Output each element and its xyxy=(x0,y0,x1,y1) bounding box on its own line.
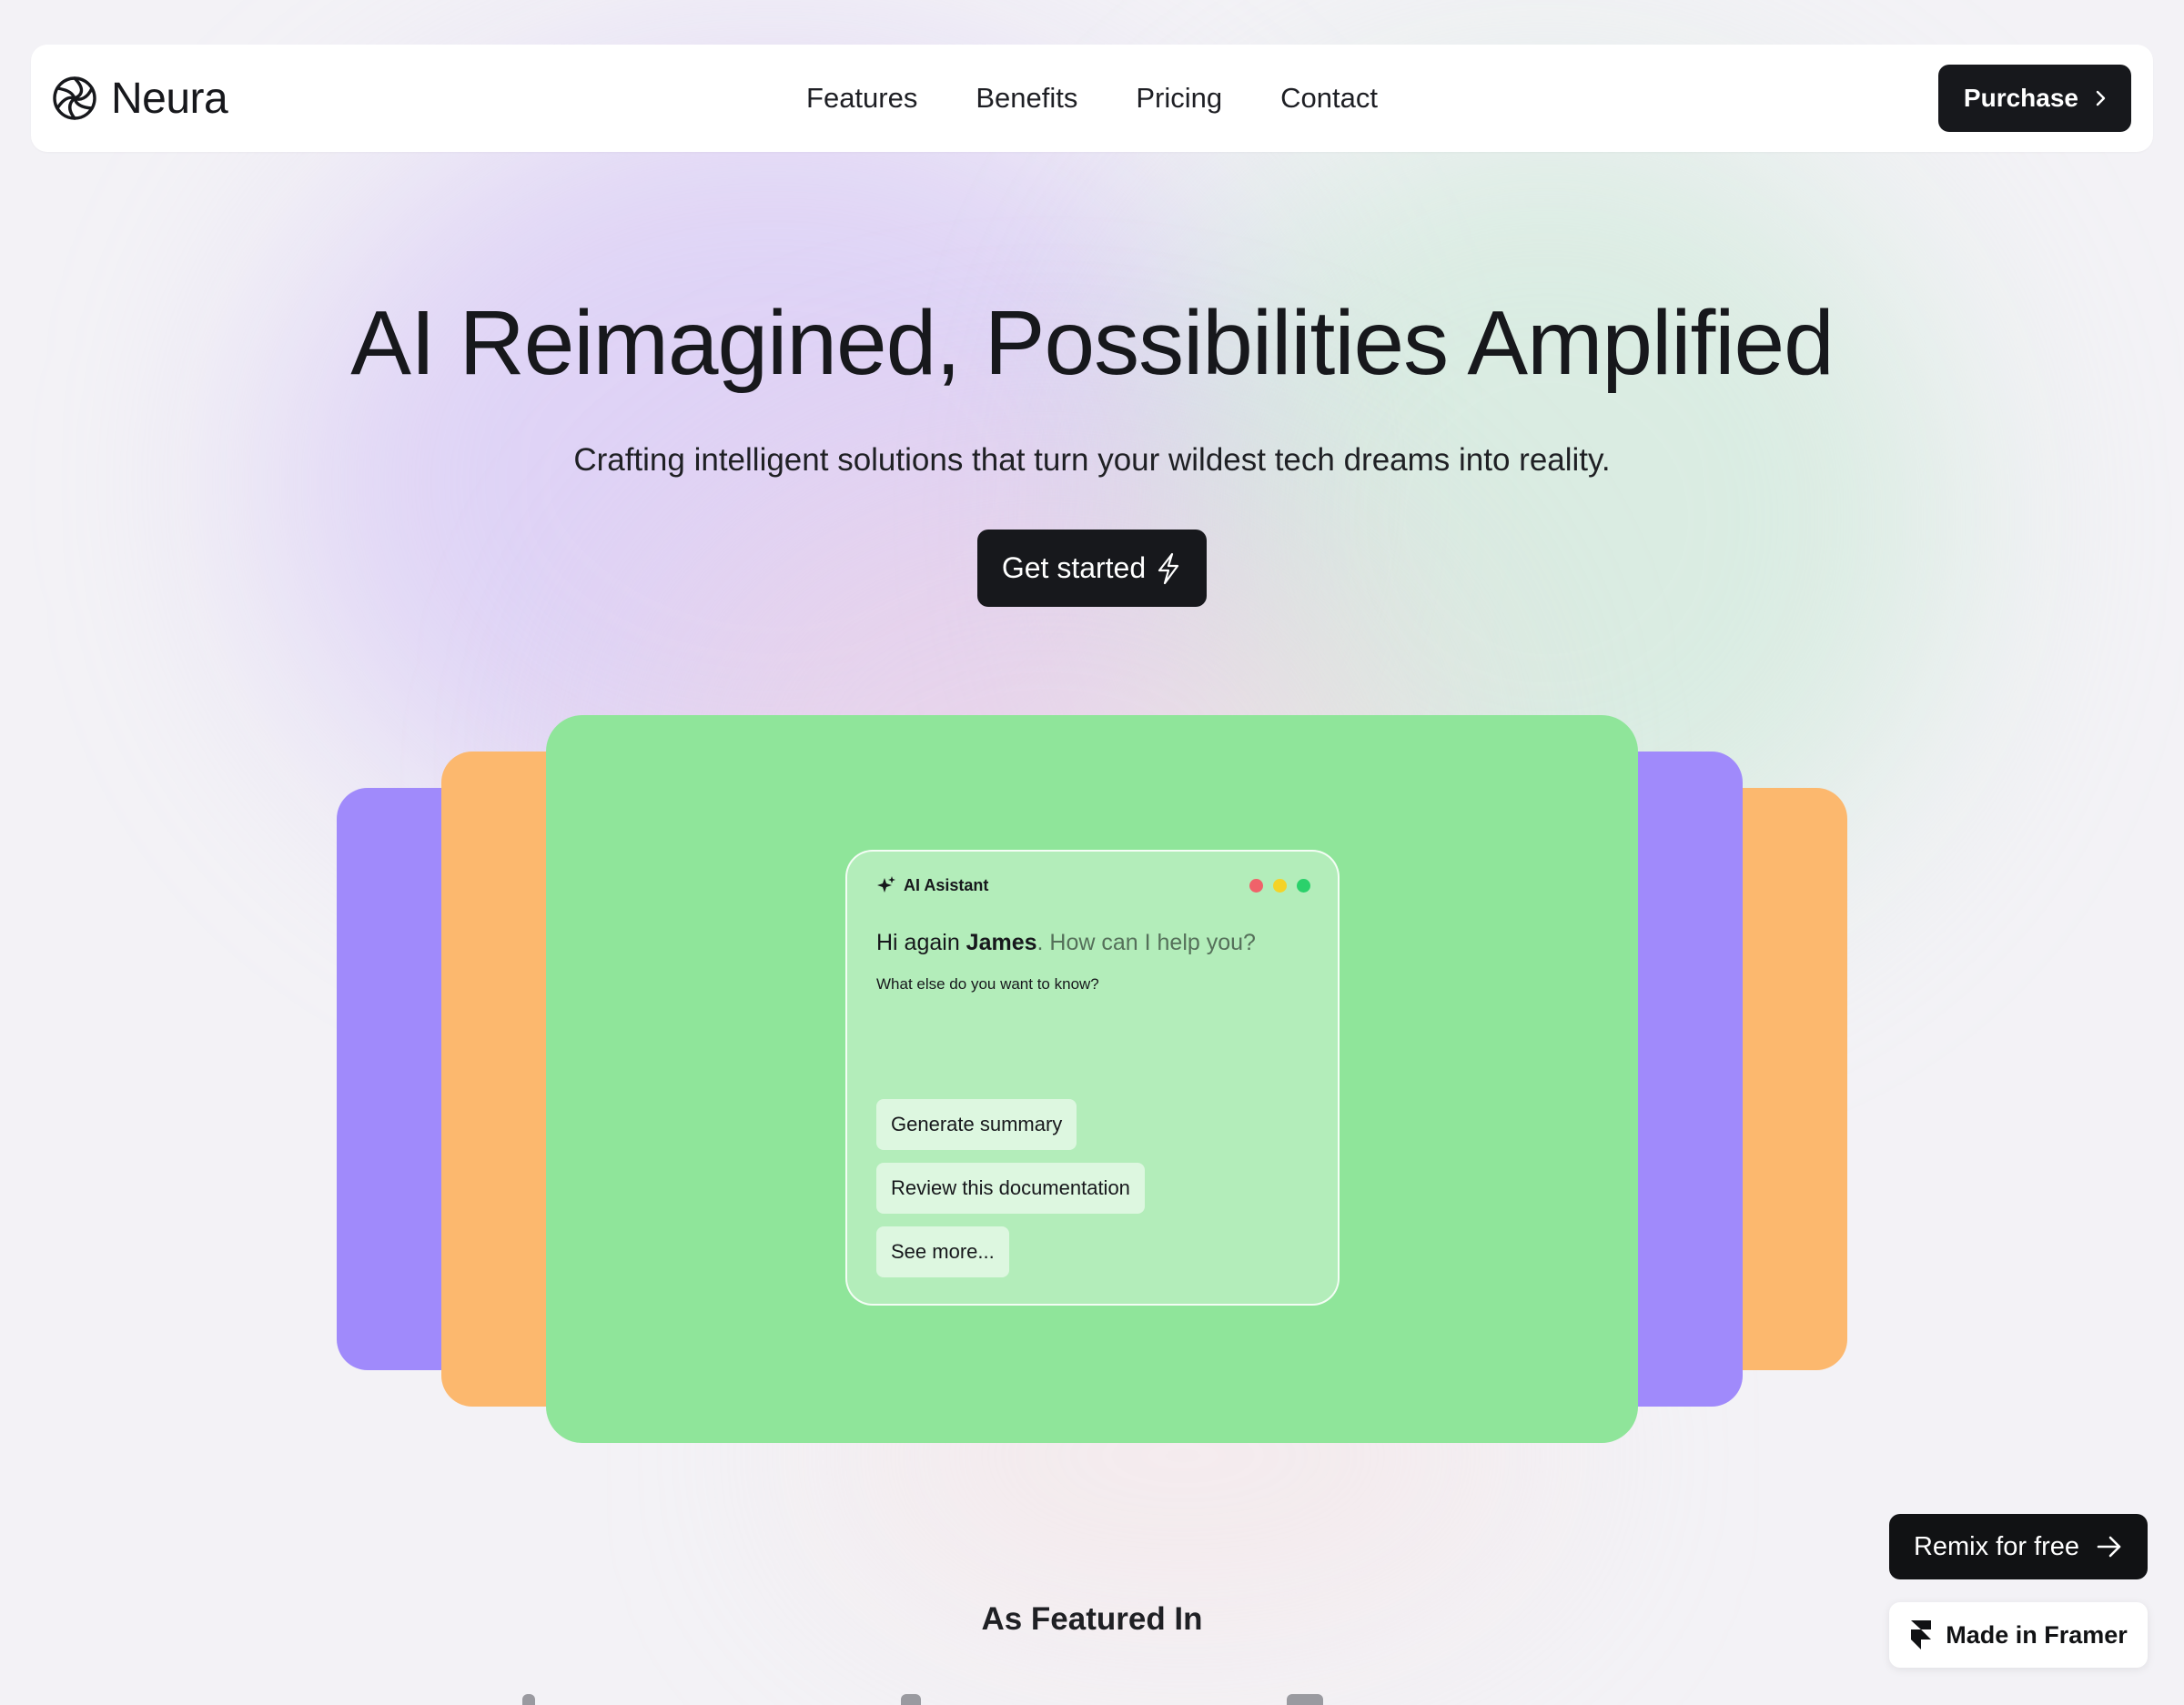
purchase-button-label: Purchase xyxy=(1963,84,2078,112)
chip-see-more[interactable]: See more... xyxy=(876,1226,1009,1277)
remix-button-label: Remix for free xyxy=(1913,1531,2080,1561)
window-dot-red xyxy=(1249,879,1263,893)
featured-logo-partial-2 xyxy=(901,1694,921,1705)
user-name: James xyxy=(966,930,1037,955)
arrow-right-icon xyxy=(2097,1536,2121,1558)
featured-logo-partial-1 xyxy=(522,1694,535,1705)
greeting-question: . How can I help you? xyxy=(1036,930,1256,955)
brand-logo-link[interactable]: Neura xyxy=(51,74,228,124)
made-in-framer-label: Made in Framer xyxy=(1946,1620,2128,1649)
assistant-sub-question: What else do you want to know? xyxy=(876,975,1099,993)
greeting-prefix: Hi again xyxy=(876,930,966,955)
get-started-button[interactable]: Get started xyxy=(977,530,1207,607)
made-in-framer-badge[interactable]: Made in Framer xyxy=(1889,1602,2148,1668)
chip-review-documentation[interactable]: Review this documentation xyxy=(876,1163,1145,1214)
nav-links: Features Benefits Pricing Contact xyxy=(806,82,1378,115)
navbar: Neura Features Benefits Pricing Contact … xyxy=(31,45,2153,152)
ai-assistant-header: AI Asistant xyxy=(876,875,988,895)
chevron-right-icon xyxy=(2096,90,2106,106)
nav-link-features[interactable]: Features xyxy=(806,82,917,115)
ai-assistant-title: AI Asistant xyxy=(904,875,989,894)
hero-subtitle: Crafting intelligent solutions that turn… xyxy=(573,442,1611,478)
window-dots xyxy=(1249,879,1310,893)
neura-logo-icon xyxy=(53,76,96,120)
assistant-greeting: Hi again James. How can I help you? xyxy=(876,930,1256,956)
framer-logo-icon xyxy=(1911,1620,1932,1650)
chip-generate-summary[interactable]: Generate summary xyxy=(876,1099,1077,1150)
window-dot-yellow xyxy=(1273,879,1287,893)
nav-link-benefits[interactable]: Benefits xyxy=(976,82,1077,115)
featured-logo-partial-3 xyxy=(1287,1694,1323,1705)
purchase-button[interactable]: Purchase xyxy=(1937,65,2131,132)
brand-name: Neura xyxy=(111,74,228,123)
nav-link-contact[interactable]: Contact xyxy=(1280,82,1378,115)
nav-link-pricing[interactable]: Pricing xyxy=(1136,82,1222,115)
lightning-bolt-icon xyxy=(1158,552,1179,584)
sparkle-icon xyxy=(877,876,895,893)
remix-button[interactable]: Remix for free xyxy=(1889,1514,2148,1579)
hero-title: AI Reimagined, Possibilities Amplified xyxy=(350,292,1834,394)
ai-assistant-panel: AI Asistant Hi again James. How can I he… xyxy=(845,850,1340,1306)
get-started-label: Get started xyxy=(1001,551,1147,584)
featured-heading: As Featured In xyxy=(981,1601,1203,1637)
window-dot-green xyxy=(1297,879,1310,893)
